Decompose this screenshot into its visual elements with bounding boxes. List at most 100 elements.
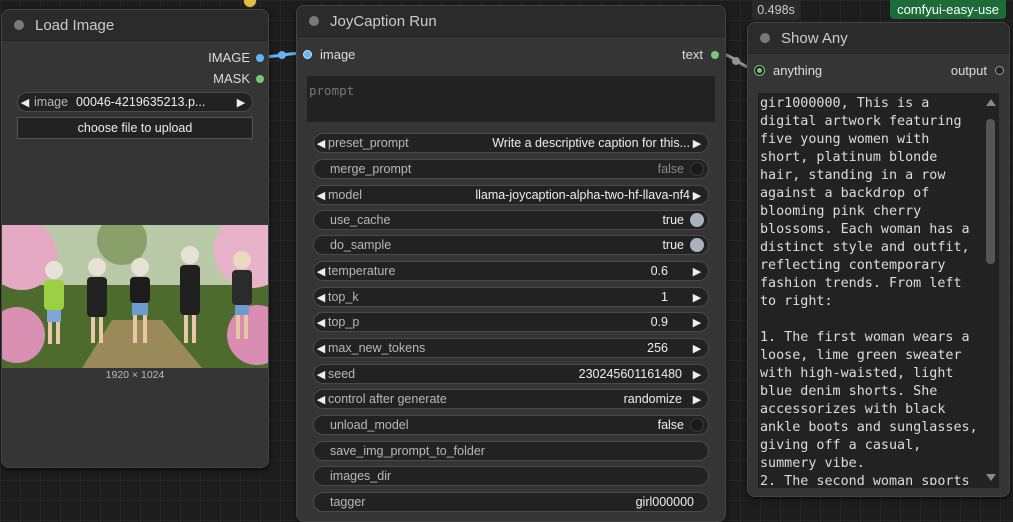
decrement-arrow-icon[interactable]: ◀ — [314, 368, 328, 381]
prev-arrow-icon[interactable]: ◀ — [314, 137, 328, 150]
image-dimensions: 1920 × 1024 — [105, 369, 165, 381]
increment-arrow-icon[interactable]: ▶ — [690, 291, 704, 304]
merge-prompt-toggle[interactable]: merge_prompt false — [313, 159, 709, 179]
seed-number[interactable]: ◀ seed 230245601161480 ▶ — [313, 364, 709, 384]
merge-prompt-value: false — [657, 162, 684, 176]
image-select[interactable]: ◀ image 00046-4219635213.p... ▶ — [17, 92, 253, 112]
prompt-textarea[interactable]: prompt — [307, 76, 715, 122]
output-mask[interactable]: MASK — [213, 71, 264, 86]
save-img-prompt-label: save_img_prompt_to_folder — [330, 444, 485, 458]
top-k-value: 1 — [661, 290, 668, 304]
prev-arrow-icon[interactable]: ◀ — [314, 393, 328, 406]
collapse-dot-icon[interactable] — [14, 20, 24, 30]
top-p-value: 0.9 — [650, 315, 668, 329]
show-any-title-bar[interactable]: Show Any — [748, 23, 1009, 54]
load-image-node[interactable]: Load Image IMAGE MASK ◀ image 00046-4219… — [1, 9, 269, 468]
joycaption-node[interactable]: JoyCaption Run image text prompt ◀ prese… — [296, 5, 726, 522]
output-text-area[interactable]: gir1000000, This is a digital artwork fe… — [758, 93, 999, 488]
top-p-label: top_p — [328, 315, 360, 329]
collapse-dot-icon[interactable] — [760, 33, 770, 43]
unload-model-value: false — [657, 418, 684, 432]
upload-button[interactable]: choose file to upload — [17, 117, 253, 139]
joycaption-title-bar[interactable]: JoyCaption Run — [297, 6, 725, 37]
decrement-arrow-icon[interactable]: ◀ — [314, 316, 328, 329]
increment-arrow-icon[interactable]: ▶ — [690, 368, 704, 381]
next-arrow-icon[interactable]: ▶ — [690, 137, 704, 150]
load-image-title: Load Image — [35, 16, 115, 34]
unload-model-label: unload_model — [330, 418, 409, 432]
preset-prompt-value: Write a descriptive caption for this... — [492, 136, 690, 150]
max-new-tokens-number[interactable]: ◀ max_new_tokens 256 ▶ — [313, 338, 709, 358]
input-image[interactable]: image — [303, 47, 355, 62]
status-indicator-icon — [243, 0, 257, 8]
increment-arrow-icon[interactable]: ▶ — [690, 316, 704, 329]
text-link-midpoint — [732, 57, 740, 65]
prev-arrow-icon[interactable]: ◀ — [18, 96, 32, 109]
output-image[interactable]: IMAGE — [208, 50, 264, 65]
use-cache-value: true — [662, 213, 684, 227]
image-input-socket-icon[interactable] — [303, 50, 312, 59]
image-preview — [2, 225, 268, 368]
max-new-tokens-label: max_new_tokens — [328, 341, 426, 355]
temperature-value: 0.6 — [650, 264, 668, 278]
use-cache-toggle[interactable]: use_cache true — [313, 210, 709, 230]
preview-scene — [2, 225, 268, 368]
prev-arrow-icon[interactable]: ◀ — [314, 189, 328, 202]
merge-prompt-label: merge_prompt — [330, 162, 412, 176]
use-cache-label: use_cache — [330, 213, 391, 227]
toggle-off-icon[interactable] — [690, 418, 704, 432]
collapse-dot-icon[interactable] — [309, 16, 319, 26]
decrement-arrow-icon[interactable]: ◀ — [314, 291, 328, 304]
decrement-arrow-icon[interactable]: ◀ — [314, 265, 328, 278]
show-any-title: Show Any — [781, 29, 848, 47]
top-k-label: top_k — [328, 290, 359, 304]
decrement-arrow-icon[interactable]: ◀ — [314, 342, 328, 355]
input-anything[interactable]: anything — [755, 63, 822, 78]
next-arrow-icon[interactable]: ▶ — [234, 96, 248, 109]
output-any-label: output — [950, 63, 987, 78]
model-combo[interactable]: ◀ model llama-joycaption-alpha-two-hf-ll… — [313, 185, 709, 205]
top-k-number[interactable]: ◀ top_k 1 ▶ — [313, 287, 709, 307]
do-sample-toggle[interactable]: do_sample true — [313, 235, 709, 255]
scrollbar[interactable] — [983, 95, 997, 485]
show-any-node[interactable]: Show Any anything output gir1000000, Thi… — [747, 22, 1010, 497]
increment-arrow-icon[interactable]: ▶ — [690, 265, 704, 278]
max-new-tokens-value: 256 — [647, 341, 668, 355]
output-mask-label: MASK — [213, 71, 250, 86]
increment-arrow-icon[interactable]: ▶ — [690, 342, 704, 355]
load-image-title-bar[interactable]: Load Image — [2, 10, 268, 41]
mask-output-socket-icon[interactable] — [256, 74, 264, 83]
next-arrow-icon[interactable]: ▶ — [690, 189, 704, 202]
preset-prompt-label: preset_prompt — [328, 136, 409, 150]
temperature-label: temperature — [328, 264, 396, 278]
output-image-label: IMAGE — [208, 50, 250, 65]
text-output-socket-icon[interactable] — [711, 50, 719, 59]
image-output-socket-icon[interactable] — [256, 53, 264, 62]
image-select-value: 00046-4219635213.p... — [76, 95, 206, 109]
toggle-on-icon[interactable] — [690, 213, 704, 227]
images-dir-field[interactable]: images_dir — [313, 466, 709, 486]
tagger-field[interactable]: tagger girl000000 — [313, 492, 709, 512]
model-value: llama-joycaption-alpha-two-hf-llava-nf4 — [475, 188, 690, 202]
anything-input-socket-icon[interactable] — [755, 66, 764, 75]
joycaption-title: JoyCaption Run — [330, 12, 437, 30]
scroll-down-icon[interactable] — [986, 474, 996, 481]
top-p-number[interactable]: ◀ top_p 0.9 ▶ — [313, 312, 709, 332]
save-img-prompt-field[interactable]: save_img_prompt_to_folder — [313, 441, 709, 461]
output-text-content: gir1000000, This is a digital artwork fe… — [760, 96, 978, 485]
output-any[interactable]: output — [951, 63, 1004, 78]
easy-use-badge: comfyui-easy-use — [890, 0, 1006, 19]
scrollbar-thumb[interactable] — [986, 119, 995, 264]
output-socket-icon[interactable] — [995, 66, 1004, 75]
output-text[interactable]: text — [682, 47, 719, 62]
elapsed-badge: 0.498s — [752, 0, 800, 20]
toggle-off-icon[interactable] — [690, 162, 704, 176]
scroll-up-icon[interactable] — [986, 99, 996, 106]
temperature-number[interactable]: ◀ temperature 0.6 ▶ — [313, 261, 709, 281]
next-arrow-icon[interactable]: ▶ — [690, 393, 704, 406]
input-image-label: image — [320, 47, 356, 62]
preset-prompt-combo[interactable]: ◀ preset_prompt Write a descriptive capt… — [313, 133, 709, 153]
toggle-on-icon[interactable] — [690, 238, 704, 252]
control-after-generate-combo[interactable]: ◀ control after generate randomize ▶ — [313, 389, 709, 409]
unload-model-toggle[interactable]: unload_model false — [313, 415, 709, 435]
